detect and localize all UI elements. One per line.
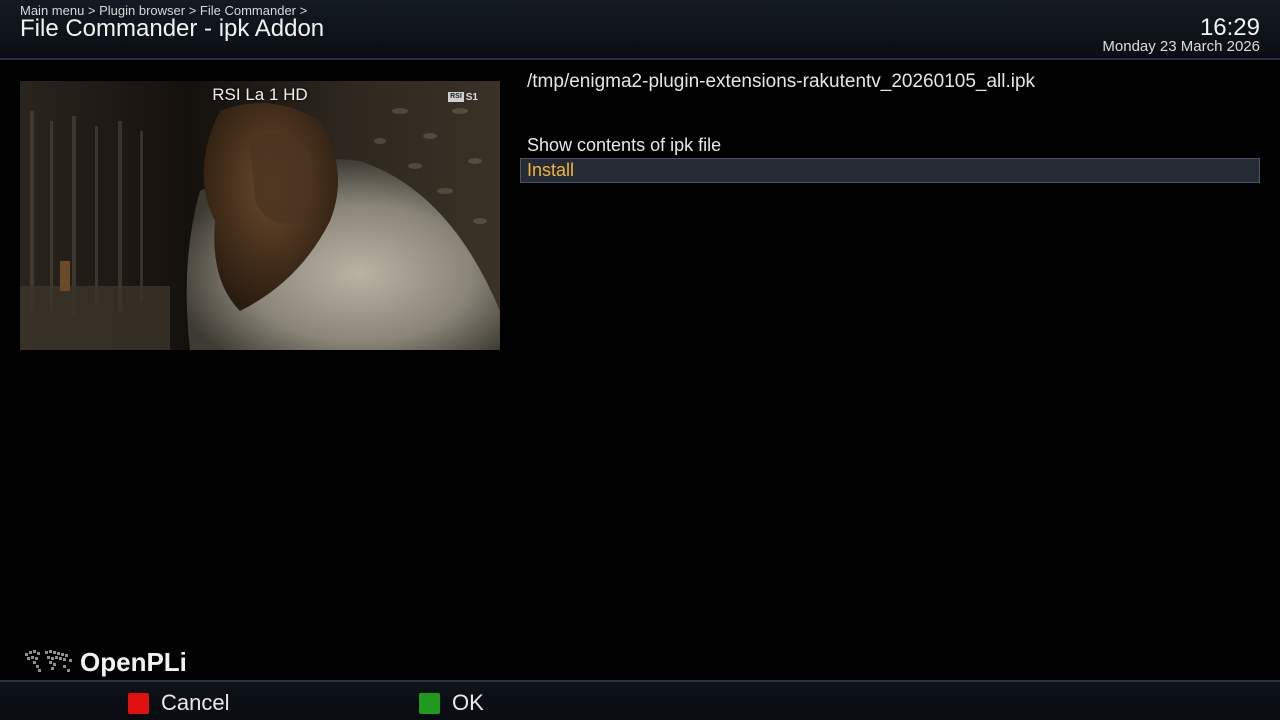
cancel-label: Cancel [161, 690, 230, 715]
green-button-icon [419, 692, 440, 714]
page-title: File Commander - ipk Addon [20, 15, 325, 42]
menu-item-install[interactable]: Install [520, 158, 1260, 183]
channel-logo-box: RSI [448, 92, 464, 103]
menu-item-show-contents[interactable]: Show contents of ipk file [520, 133, 1260, 158]
ok-label: OK [452, 690, 484, 715]
brand-name: OpenPLi [80, 646, 187, 677]
date: Monday 23 March 2026 [1102, 38, 1260, 55]
red-button-icon [128, 692, 149, 714]
action-menu: Show contents of ipk file Install [520, 133, 1260, 183]
red-key-cancel[interactable]: Cancel [128, 690, 229, 716]
video-frame-image [20, 81, 500, 350]
world-map-icon [25, 650, 72, 672]
green-key-ok[interactable]: OK [419, 690, 484, 716]
footer-bar: Cancel OK [0, 680, 1280, 720]
channel-logo-mark: S1 [465, 92, 478, 103]
header-bar: Main menu > Plugin browser > File Comman… [0, 0, 1280, 60]
ipk-file-path: /tmp/enigma2-plugin-extensions-rakutentv… [527, 71, 1036, 92]
openpli-logo: OpenPLi [22, 645, 187, 679]
channel-logo-icon: RSI S1 [448, 92, 478, 103]
tv-preview: RSI La 1 HD RSI S1 [20, 81, 500, 350]
screen: Main menu > Plugin browser > File Comman… [0, 0, 1280, 720]
channel-name: RSI La 1 HD [212, 85, 308, 104]
